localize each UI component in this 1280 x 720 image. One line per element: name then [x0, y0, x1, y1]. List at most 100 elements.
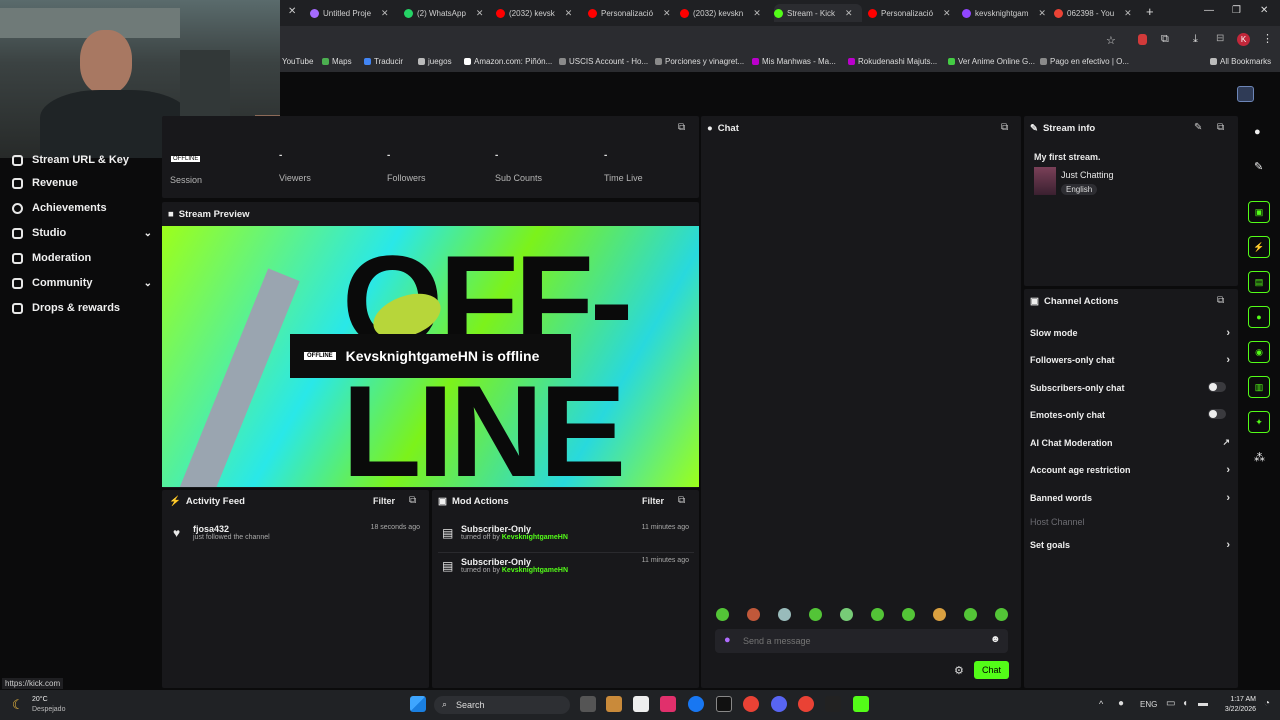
close-icon[interactable]: ✕: [943, 8, 951, 19]
sidebar-item-moderation[interactable]: Moderation: [12, 252, 152, 264]
bookmark[interactable]: Mis Manhwas - Ma...: [752, 57, 836, 66]
emote-icon[interactable]: [964, 608, 977, 621]
quick-action-button[interactable]: ◉: [1248, 341, 1270, 363]
bookmark[interactable]: Maps: [322, 57, 352, 66]
volume-icon[interactable]: ◖: [1182, 698, 1188, 709]
quick-action-button[interactable]: ⚡: [1248, 236, 1270, 258]
window-close-icon[interactable]: ✕: [1260, 5, 1268, 16]
windows-start-icon[interactable]: [410, 696, 426, 712]
language-indicator[interactable]: ENG: [1140, 700, 1157, 709]
sidebar-item-community[interactable]: Community ⌄: [12, 277, 152, 289]
chat-input[interactable]: [743, 633, 983, 649]
channel-action-emotes-only[interactable]: Emotes-only chat: [1030, 409, 1230, 420]
tab-search-icon[interactable]: ⊟: [1216, 33, 1224, 44]
close-icon[interactable]: ✕: [663, 8, 671, 19]
popout-icon[interactable]: ⧉: [409, 495, 416, 506]
quick-action-button[interactable]: ▥: [1248, 376, 1270, 398]
extensions-icon[interactable]: ⧉: [1161, 33, 1169, 46]
all-bookmarks[interactable]: All Bookmarks: [1210, 57, 1271, 66]
sidebar-item-studio[interactable]: Studio ⌄: [12, 227, 152, 239]
taskbar-search[interactable]: ⌕ Search: [434, 696, 570, 714]
toggle-switch[interactable]: [1208, 409, 1226, 419]
bookmark[interactable]: USCIS Account - Ho...: [559, 57, 648, 66]
user-avatar[interactable]: [1237, 86, 1254, 102]
bookmark[interactable]: YouTube: [282, 57, 313, 66]
browser-tab[interactable]: Personalizació ✕: [588, 4, 676, 22]
channel-action-ai-moderation[interactable]: AI Chat Moderation ↗: [1030, 437, 1230, 448]
bookmark[interactable]: Ver Anime Online G...: [948, 57, 1035, 66]
emote-icon[interactable]: [995, 608, 1008, 621]
chrome-icon[interactable]: [798, 696, 814, 712]
microphone-icon[interactable]: ●: [724, 634, 731, 646]
extension-icon[interactable]: [1138, 34, 1147, 45]
close-icon[interactable]: ✕: [1124, 8, 1132, 19]
popout-icon[interactable]: ⧉: [1217, 295, 1224, 306]
clock-date[interactable]: 3/22/2026: [1214, 706, 1256, 713]
amazon-icon[interactable]: [633, 696, 649, 712]
sidebar-item-revenue[interactable]: Revenue: [12, 177, 152, 189]
minimize-icon[interactable]: —: [1204, 5, 1214, 16]
notification-icon[interactable]: ◔: [1264, 698, 1270, 709]
bookmark[interactable]: Pago en efectivo | O...: [1040, 57, 1129, 66]
maximize-icon[interactable]: ❐: [1232, 5, 1241, 16]
network-icon[interactable]: ▭: [1166, 698, 1175, 709]
quick-action-button[interactable]: ✦: [1248, 411, 1270, 433]
emote-icon[interactable]: [809, 608, 822, 621]
popout-icon[interactable]: ⧉: [1217, 122, 1224, 133]
browser-tab[interactable]: (2032) kevskn ✕: [680, 4, 768, 22]
menu-icon[interactable]: ⋮: [1262, 32, 1273, 45]
browser-tab[interactable]: (2) WhatsApp ✕: [404, 4, 492, 22]
kick-icon[interactable]: [853, 696, 869, 712]
x-icon[interactable]: [716, 696, 732, 712]
close-icon[interactable]: ✕: [753, 8, 761, 19]
close-icon[interactable]: ✕: [1038, 8, 1046, 19]
browser-tab[interactable]: Personalizació ✕: [868, 4, 956, 22]
bookmark[interactable]: Porciones y vinagret...: [655, 57, 744, 66]
emoji-icon[interactable]: ☻: [990, 634, 1001, 645]
filter-button[interactable]: Filter: [373, 496, 395, 506]
popout-icon[interactable]: ⧉: [678, 495, 685, 506]
filter-button[interactable]: Filter: [642, 496, 664, 506]
sidebar-item-drops[interactable]: Drops & rewards: [12, 302, 152, 314]
settings-icon[interactable]: ⁂: [1254, 451, 1265, 464]
browser-tab-active[interactable]: Stream - Kick ✕: [774, 4, 862, 22]
browser-tab[interactable]: (2032) kevsk ✕: [496, 4, 584, 22]
channel-action-banned-words[interactable]: Banned words ›: [1030, 492, 1230, 504]
microphone-icon[interactable]: ●: [1118, 698, 1124, 709]
facebook-icon[interactable]: [688, 696, 704, 712]
mod-action-user[interactable]: KevsknightgameHN: [502, 534, 568, 541]
discord-icon[interactable]: [771, 696, 787, 712]
instagram-icon[interactable]: [660, 696, 676, 712]
quick-action-button[interactable]: ●: [1248, 306, 1270, 328]
bookmark[interactable]: Traducir: [364, 57, 403, 66]
toggle-switch[interactable]: [1208, 382, 1226, 392]
task-view-icon[interactable]: [580, 696, 596, 712]
clock-time[interactable]: 1:17 AM: [1226, 696, 1256, 703]
info-icon[interactable]: ●: [1254, 126, 1261, 138]
battery-icon[interactable]: ▬: [1198, 698, 1208, 709]
browser-tab[interactable]: kevsknightgam ✕: [962, 4, 1050, 22]
star-icon[interactable]: ☆: [1106, 34, 1116, 47]
mod-action-user[interactable]: KevsknightgameHN: [502, 567, 568, 574]
gear-icon[interactable]: ⚙: [954, 664, 964, 677]
channel-action-slow-mode[interactable]: Slow mode ›: [1030, 327, 1230, 339]
emote-icon[interactable]: [778, 608, 791, 621]
channel-action-subscribers-only[interactable]: Subscribers-only chat: [1030, 382, 1230, 393]
close-icon[interactable]: ✕: [565, 8, 573, 19]
bookmark[interactable]: Amazon.com: Piñón...: [464, 57, 552, 66]
browser-tab[interactable]: Untitled Proje ✕: [310, 4, 398, 22]
chrome-icon[interactable]: [743, 696, 759, 712]
chat-input-box[interactable]: ● ☻: [715, 629, 1008, 653]
emote-icon[interactable]: [716, 608, 729, 621]
emote-icon[interactable]: [933, 608, 946, 621]
close-icon[interactable]: ✕: [381, 8, 389, 19]
close-icon[interactable]: ✕: [288, 6, 296, 17]
bookmark[interactable]: Rokudenashi Majuts...: [848, 57, 937, 66]
app-icon[interactable]: [606, 696, 622, 712]
channel-action-set-goals[interactable]: Set goals ›: [1030, 539, 1230, 551]
send-chat-button[interactable]: Chat: [974, 661, 1009, 679]
popout-icon[interactable]: ⧉: [1001, 122, 1008, 133]
emote-icon[interactable]: [747, 608, 760, 621]
channel-action-followers-only[interactable]: Followers-only chat ›: [1030, 354, 1230, 366]
weather-icon[interactable]: ☾: [12, 697, 24, 713]
